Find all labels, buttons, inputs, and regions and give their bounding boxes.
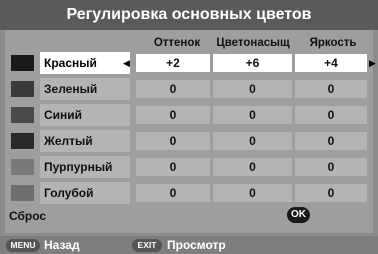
- brightness-value[interactable]: 0: [295, 132, 367, 150]
- color-row-blue[interactable]: Синий 0 0 0: [8, 104, 372, 126]
- reset-label[interactable]: Сброс: [9, 209, 46, 223]
- hue-value[interactable]: 0: [136, 158, 210, 176]
- exit-key-icon[interactable]: EXIT: [132, 239, 162, 252]
- hue-value[interactable]: 0: [136, 184, 210, 202]
- color-swatch: [11, 185, 34, 201]
- color-row-green[interactable]: Зеленый 0 0 0: [8, 78, 372, 100]
- hue-value[interactable]: 0: [136, 106, 210, 124]
- column-header-saturation: Цветонасыщ: [216, 37, 290, 49]
- color-swatch: [11, 107, 34, 123]
- brightness-value[interactable]: 0: [295, 158, 367, 176]
- color-row-red[interactable]: Красный ◀ +2 +6 +4 ▶: [8, 52, 376, 74]
- saturation-value[interactable]: 0: [213, 132, 292, 150]
- row-label: Красный: [44, 56, 97, 70]
- column-header-brightness: Яркость: [309, 37, 357, 49]
- column-header-hue: Оттенок: [153, 37, 201, 49]
- row-label: Пурпурный: [44, 160, 113, 174]
- color-row-magenta[interactable]: Пурпурный 0 0 0: [8, 156, 372, 178]
- color-row-yellow[interactable]: Желтый 0 0 0: [8, 130, 372, 152]
- row-label: Желтый: [44, 134, 93, 148]
- ok-button[interactable]: OK: [287, 207, 310, 223]
- back-label: Назад: [44, 238, 80, 252]
- color-swatch: [11, 133, 34, 149]
- page-title: Регулировка основных цветов: [0, 0, 378, 30]
- view-label: Просмотр: [167, 238, 226, 252]
- brightness-value[interactable]: 0: [295, 106, 367, 124]
- menu-key-icon[interactable]: MENU: [6, 239, 40, 252]
- brightness-value[interactable]: 0: [295, 184, 367, 202]
- row-label: Зеленый: [44, 82, 98, 96]
- saturation-value[interactable]: 0: [213, 80, 292, 98]
- hue-value[interactable]: 0: [136, 80, 210, 98]
- hue-value[interactable]: +2: [136, 54, 210, 72]
- color-row-cyan[interactable]: Голубой 0 0 0: [8, 182, 372, 204]
- color-swatch: [11, 55, 34, 71]
- color-swatch: [11, 81, 34, 97]
- left-arrow-icon[interactable]: ◀: [123, 52, 130, 74]
- hue-value[interactable]: 0: [136, 132, 210, 150]
- row-label: Синий: [44, 108, 83, 122]
- saturation-value[interactable]: 0: [213, 184, 292, 202]
- saturation-value[interactable]: 0: [213, 158, 292, 176]
- saturation-value[interactable]: 0: [213, 106, 292, 124]
- brightness-value[interactable]: +4: [295, 54, 367, 72]
- right-arrow-icon[interactable]: ▶: [369, 52, 376, 74]
- row-label: Голубой: [44, 186, 94, 200]
- brightness-value[interactable]: 0: [295, 80, 367, 98]
- saturation-value[interactable]: +6: [213, 54, 292, 72]
- color-swatch: [11, 159, 34, 175]
